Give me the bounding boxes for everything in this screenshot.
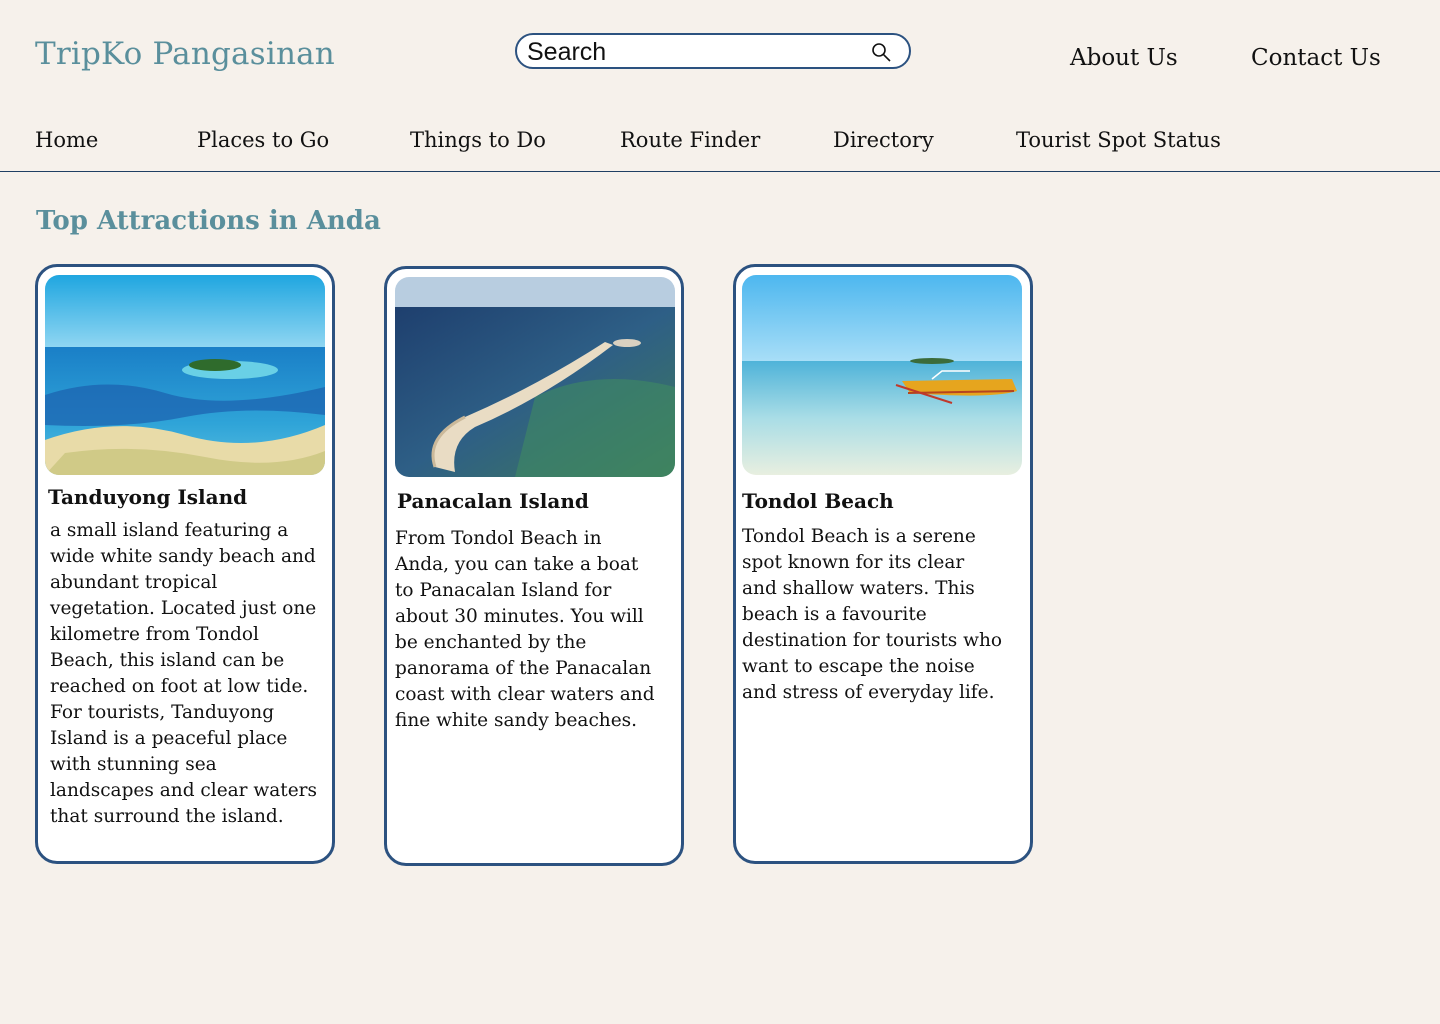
section-title: Top Attractions in Anda xyxy=(36,206,381,236)
card-title: Tondol Beach xyxy=(742,489,894,513)
attraction-photo xyxy=(395,277,675,477)
nav-item-directory[interactable]: Directory xyxy=(833,128,934,152)
card-description: a small island featuring a wide white sa… xyxy=(50,520,317,827)
attraction-photo xyxy=(45,275,325,475)
nav-item-home[interactable]: Home xyxy=(35,128,98,152)
brand-logo[interactable]: TripKo Pangasinan xyxy=(35,36,335,72)
card-description: Tondol Beach is a serene spot known for … xyxy=(742,526,1003,703)
about-us-link[interactable]: About Us xyxy=(1070,45,1178,71)
nav-item-route-finder[interactable]: Route Finder xyxy=(620,128,760,152)
nav-divider xyxy=(0,171,1440,172)
card-title: Tanduyong Island xyxy=(48,485,248,509)
attraction-card-tanduyong[interactable]: Tanduyong Island a small island featurin… xyxy=(35,264,335,864)
main-nav: Home Places to Go Things to Do Route Fin… xyxy=(0,128,1440,158)
nav-item-places-to-go[interactable]: Places to Go xyxy=(197,128,329,152)
search-input[interactable] xyxy=(527,37,857,67)
attraction-card-tondol[interactable]: Tondol Beach Tondol Beach is a serene sp… xyxy=(733,264,1033,864)
search-icon[interactable] xyxy=(871,42,893,64)
attraction-photo xyxy=(742,275,1022,475)
search-box[interactable] xyxy=(515,33,911,69)
card-title: Panacalan Island xyxy=(397,489,589,513)
contact-us-link[interactable]: Contact Us xyxy=(1251,45,1381,71)
nav-item-tourist-spot-status[interactable]: Tourist Spot Status xyxy=(1016,128,1221,152)
attraction-card-panacalan[interactable]: Panacalan Island From Tondol Beach in An… xyxy=(384,266,684,866)
nav-item-things-to-do[interactable]: Things to Do xyxy=(410,128,546,152)
card-description: From Tondol Beach in Anda, you can take … xyxy=(395,528,655,731)
